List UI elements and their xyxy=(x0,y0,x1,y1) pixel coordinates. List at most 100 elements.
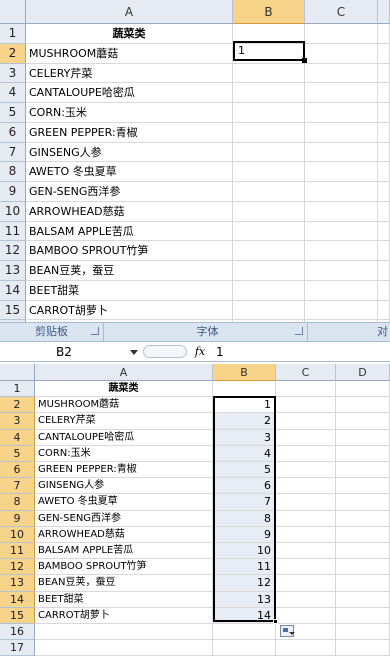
ribbon-group-font[interactable]: 字体 xyxy=(108,323,308,341)
bottom-cell-empty[interactable] xyxy=(276,397,336,414)
bottom-cell-item[interactable]: ARROWHEAD慈菇 xyxy=(35,526,213,543)
top-cell-empty[interactable] xyxy=(378,83,390,103)
bottom-cell-empty[interactable] xyxy=(276,526,336,543)
bottom-col-header-a[interactable]: A xyxy=(35,364,213,381)
dialog-launcher-icon[interactable] xyxy=(295,327,303,335)
top-cell-item[interactable]: CARROT胡萝卜 xyxy=(26,300,233,321)
top-row-header[interactable]: 12 xyxy=(0,241,26,261)
bottom-cell-item[interactable]: CORN:玉米 xyxy=(35,445,213,462)
bottom-cell-empty[interactable] xyxy=(336,413,390,430)
top-cell-empty[interactable] xyxy=(233,103,305,123)
top-col-header-c[interactable]: C xyxy=(305,0,378,24)
top-cell-empty[interactable] xyxy=(233,241,305,261)
bottom-row-header[interactable]: 14 xyxy=(0,591,35,608)
bottom-cell-empty[interactable] xyxy=(213,640,276,656)
bottom-cell-empty[interactable] xyxy=(336,445,390,462)
bottom-row-header[interactable]: 3 xyxy=(0,413,35,430)
bottom-cell-empty[interactable] xyxy=(336,397,390,414)
bottom-cell-item[interactable]: BALSAM APPLE苦瓜 xyxy=(35,543,213,560)
top-cell-empty[interactable] xyxy=(305,182,378,202)
bottom-cell-a1-title[interactable]: 蔬菜类 xyxy=(35,381,213,398)
top-active-cell-b2[interactable]: 1 xyxy=(233,41,305,61)
bottom-cell-empty[interactable] xyxy=(336,494,390,511)
bottom-cell-empty[interactable] xyxy=(336,607,390,624)
bottom-cell-item[interactable]: CANTALOUPE哈密瓜 xyxy=(35,429,213,446)
top-select-all[interactable] xyxy=(0,0,26,24)
top-col-header-a[interactable]: A xyxy=(26,0,233,24)
formula-input[interactable]: 1 xyxy=(214,344,390,360)
bottom-cell-empty[interactable] xyxy=(213,624,276,641)
top-row-header[interactable]: 3 xyxy=(0,63,26,84)
bottom-cell-item[interactable]: BAMBOO SPROUT竹笋 xyxy=(35,559,213,576)
bottom-cell-empty[interactable] xyxy=(336,526,390,543)
top-row-header[interactable]: 2 xyxy=(0,43,26,64)
top-cell-item[interactable]: MUSHROOM蘑菇 xyxy=(26,43,233,64)
fx-button[interactable]: fx xyxy=(190,344,210,360)
top-cell-empty[interactable] xyxy=(305,261,378,281)
top-cell-empty[interactable] xyxy=(233,261,305,281)
bottom-cell-empty[interactable] xyxy=(276,381,336,398)
bottom-cell-empty[interactable] xyxy=(276,413,336,430)
bottom-cell-item[interactable]: CARROT胡萝卜 xyxy=(35,607,213,624)
top-cell-empty[interactable] xyxy=(378,142,390,163)
bottom-cell-empty[interactable] xyxy=(276,543,336,560)
bottom-row-header[interactable]: 8 xyxy=(0,494,35,511)
bottom-cell-item[interactable]: GREEN PEPPER:青椒 xyxy=(35,462,213,479)
bottom-selection-range[interactable] xyxy=(213,396,276,622)
top-cell-empty[interactable] xyxy=(378,103,390,123)
top-cell-empty[interactable] xyxy=(233,122,305,143)
bottom-cell-empty[interactable] xyxy=(276,429,336,446)
top-cell-a1-title[interactable]: 蔬菜类 xyxy=(26,24,233,44)
top-row-header[interactable]: 4 xyxy=(0,83,26,103)
top-cell-item[interactable]: BEAN豆荚，蚕豆 xyxy=(26,261,233,281)
top-cell-empty[interactable] xyxy=(305,103,378,123)
bottom-cell-empty[interactable] xyxy=(276,478,336,495)
top-cell-item[interactable]: BEET甜菜 xyxy=(26,280,233,301)
top-cell-empty[interactable] xyxy=(305,142,378,163)
top-row-header[interactable]: 1 xyxy=(0,24,26,44)
bottom-row-header[interactable]: 16 xyxy=(0,624,35,641)
bottom-cell-empty[interactable] xyxy=(336,591,390,608)
bottom-row-header[interactable]: 1 xyxy=(0,381,35,398)
ribbon-group-clipboard[interactable]: 剪贴板 xyxy=(0,323,104,341)
bottom-cell-empty[interactable] xyxy=(336,640,390,656)
bottom-row-header[interactable]: 2 xyxy=(0,397,35,414)
top-cell-empty[interactable] xyxy=(305,43,378,64)
fill-handle-icon[interactable] xyxy=(302,58,307,63)
top-cell-empty[interactable] xyxy=(305,241,378,261)
bottom-cell-empty[interactable] xyxy=(213,381,276,398)
top-cell-empty[interactable] xyxy=(233,63,305,84)
bottom-row-header[interactable]: 4 xyxy=(0,429,35,446)
bottom-row-header[interactable]: 10 xyxy=(0,526,35,543)
top-row-header[interactable]: 5 xyxy=(0,103,26,123)
bottom-cell-empty[interactable] xyxy=(276,510,336,527)
top-cell-empty[interactable] xyxy=(305,122,378,143)
top-cell-empty[interactable] xyxy=(305,201,378,222)
bottom-cell-empty[interactable] xyxy=(276,494,336,511)
bottom-cell-empty[interactable] xyxy=(276,445,336,462)
bottom-cell-empty[interactable] xyxy=(336,575,390,592)
top-cell-empty[interactable] xyxy=(233,83,305,103)
top-cell-item[interactable]: BAMBOO SPROUT竹笋 xyxy=(26,241,233,261)
top-cell-empty[interactable] xyxy=(305,24,378,44)
top-cell-empty[interactable] xyxy=(233,162,305,182)
bottom-cell-item[interactable]: AWETO 冬虫夏草 xyxy=(35,494,213,511)
top-row-header[interactable]: 8 xyxy=(0,162,26,182)
bottom-cell-empty[interactable] xyxy=(276,559,336,576)
top-cell-empty[interactable] xyxy=(378,241,390,261)
bottom-row-header[interactable]: 7 xyxy=(0,478,35,495)
top-cell-item[interactable]: BALSAM APPLE苦瓜 xyxy=(26,221,233,242)
top-cell-item[interactable]: AWETO 冬虫夏草 xyxy=(26,162,233,182)
top-row-header[interactable]: 11 xyxy=(0,221,26,242)
bottom-row-header[interactable]: 13 xyxy=(0,575,35,592)
top-cell-empty[interactable] xyxy=(233,221,305,242)
top-col-header-d[interactable] xyxy=(378,0,390,24)
top-row-header[interactable]: 6 xyxy=(0,122,26,143)
dropdown-arrow-icon[interactable] xyxy=(130,350,138,355)
top-row-header[interactable]: 10 xyxy=(0,201,26,222)
top-cell-empty[interactable] xyxy=(378,63,390,84)
bottom-col-header-b[interactable]: B xyxy=(213,364,276,381)
top-cell-item[interactable]: CORN:玉米 xyxy=(26,103,233,123)
top-cell-empty[interactable] xyxy=(378,300,390,321)
bottom-cell-item[interactable]: BEET甜菜 xyxy=(35,591,213,608)
